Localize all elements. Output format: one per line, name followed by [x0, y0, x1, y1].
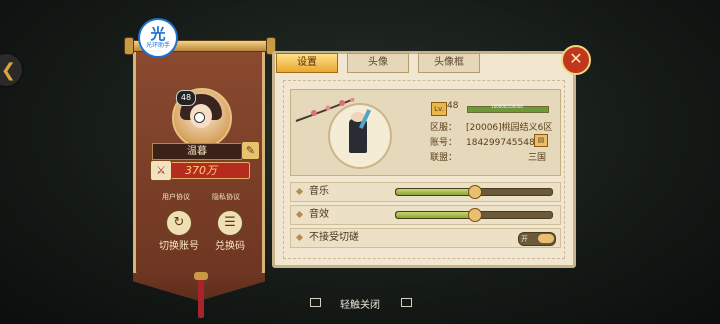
logo-mark: 光 — [150, 25, 166, 43]
row-bullet-icon — [295, 210, 304, 219]
no-duel-toggle[interactable]: 开 — [518, 232, 556, 246]
privacy-link[interactable]: 隐私协议 — [212, 192, 240, 202]
alliance-value: 三国 — [528, 153, 547, 163]
tab-avatar[interactable]: 头像 — [347, 53, 409, 73]
crossed-swords-icon: ⚔ — [150, 160, 172, 181]
panel-tabs: 设置 头像 头像框 — [276, 53, 489, 73]
exp-value: 100000/100000 — [491, 104, 523, 109]
character-sprite — [349, 112, 367, 153]
sfx-label: 音效 — [309, 209, 329, 220]
player-level-badge: 48 — [176, 90, 196, 106]
row-bullet-icon — [295, 233, 304, 242]
no-duel-setting-row: 不接受切磋 开 — [290, 228, 561, 248]
redeem-code-button[interactable]: ☰ 兑换码 — [207, 210, 253, 252]
sfx-setting-row: 音效 — [290, 205, 561, 225]
music-slider-fill — [396, 189, 474, 195]
sfx-slider-knob[interactable] — [468, 208, 482, 222]
player-name: 温暮 — [152, 143, 242, 160]
account-value: 184299745548 — [466, 138, 535, 148]
music-slider[interactable] — [395, 185, 553, 199]
toggle-knob — [538, 234, 554, 243]
switch-account-button[interactable]: ↻ 切换账号 — [156, 210, 202, 252]
close-icon[interactable]: ✕ — [561, 45, 591, 75]
copy-account-icon[interactable]: ▤ — [534, 134, 548, 147]
user-agreement-link[interactable]: 用户协议 — [162, 192, 190, 202]
avatar-eyepatch — [194, 112, 205, 123]
server-label: 区服： — [430, 123, 458, 133]
account-row: 账号： 184299745548 — [430, 135, 535, 148]
rod-end-left — [124, 37, 134, 55]
level-icon: Lv. — [431, 102, 447, 116]
app-logo: 光 光环助手 — [138, 18, 178, 58]
toggle-state-label: 开 — [521, 235, 528, 243]
row-bullet-icon — [295, 187, 304, 196]
profile-level: 48 — [447, 101, 459, 111]
tap-close-right-ornament — [401, 298, 412, 307]
switch-account-label: 切换账号 — [159, 241, 199, 252]
logo-text: 光环助手 — [145, 42, 170, 49]
tab-avatar-frame[interactable]: 头像框 — [418, 53, 480, 73]
scroll-icon: ☰ — [217, 210, 243, 236]
swirl-icon: ↻ — [166, 210, 192, 236]
no-duel-label: 不接受切磋 — [309, 232, 359, 243]
server-value: [20006]桃园结义6区 — [466, 123, 553, 133]
music-setting-row: 音乐 — [290, 182, 561, 202]
tab-settings[interactable]: 设置 — [276, 53, 338, 73]
account-label: 账号： — [430, 138, 458, 148]
alliance-row: 联盟： 三国 — [430, 150, 546, 163]
edit-name-icon[interactable]: ✎ — [241, 141, 260, 160]
sfx-slider[interactable] — [395, 208, 553, 222]
music-slider-knob[interactable] — [468, 185, 482, 199]
server-row: 区服： [20006]桃园结义6区 — [430, 120, 552, 133]
sfx-slider-fill — [396, 212, 474, 218]
music-label: 音乐 — [309, 186, 329, 197]
redeem-code-label: 兑换码 — [215, 241, 245, 252]
tap-to-close[interactable]: 轻触关闭 — [0, 296, 720, 311]
alliance-label: 联盟： — [430, 153, 458, 163]
